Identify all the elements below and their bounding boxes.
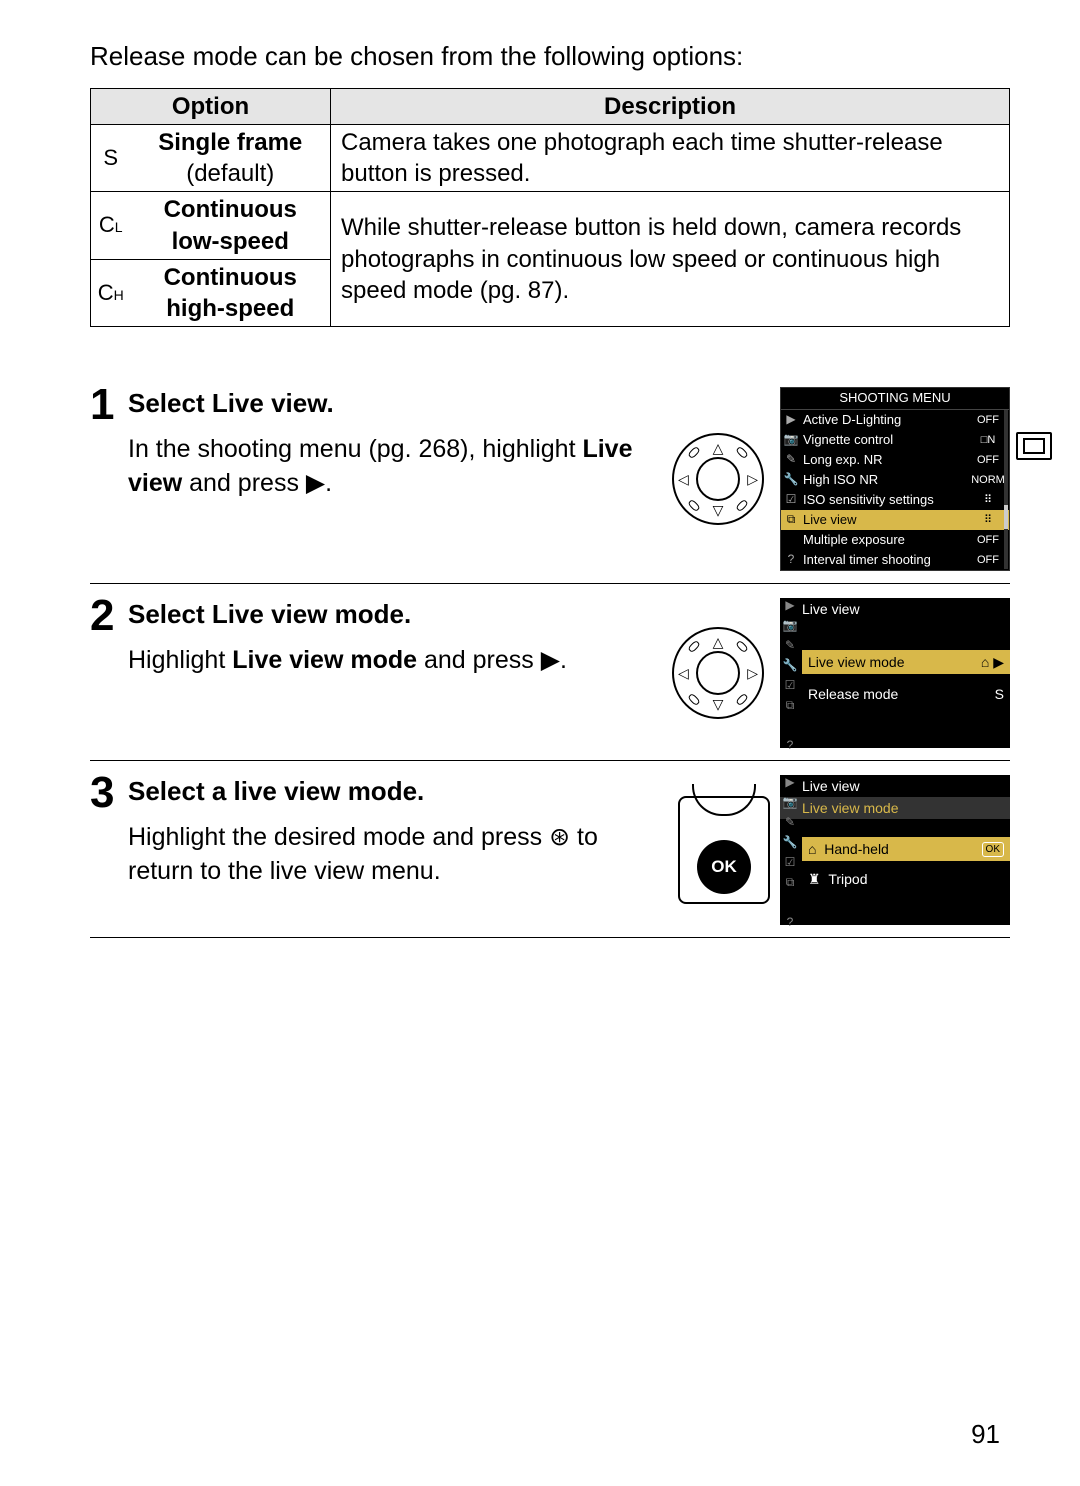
step-1-title: Select Live view.: [128, 387, 652, 421]
menu-row: ▶Active D-LightingOFF: [781, 410, 1009, 430]
ok-inline-icon: ⊛: [549, 823, 570, 851]
s2-post: and press ▶.: [417, 646, 567, 674]
crumb-1: Live view: [780, 775, 1010, 797]
step-1-desc: In the shooting menu (pg. 268), highligh…: [128, 433, 652, 501]
step-2: 2 Select Live view mode. Highlight Live …: [90, 598, 1010, 761]
step-1-number: 1: [90, 383, 128, 571]
menu-entry: Release modeS: [802, 682, 1010, 706]
th-option: Option: [91, 88, 331, 124]
ok-button-icon: OK: [697, 840, 751, 894]
opt-ch: Continuous high-speed: [131, 259, 331, 326]
menu-row: ☑ISO sensitivity settings⠿: [781, 490, 1009, 510]
screen-title: SHOOTING MENU: [781, 388, 1009, 410]
menu-row: ⧉Live view⠿: [781, 510, 1009, 530]
menu-entry: Live view mode⌂ ▶: [802, 650, 1010, 674]
step-3-title: Select a live view mode.: [128, 775, 664, 809]
sym-single: S: [91, 124, 131, 191]
step-1: 1 Select Live view. In the shooting menu…: [90, 387, 1010, 584]
sym-ch: CH: [91, 259, 131, 326]
opt-single-sub: (default): [186, 160, 274, 187]
sym-cl: CL: [91, 192, 131, 259]
th-description: Description: [331, 88, 1010, 124]
menu-row: ✎Long exp. NROFF: [781, 450, 1009, 470]
desc-continuous: While shutter-release button is held dow…: [331, 192, 1010, 327]
step-3: 3 Select a live view mode. Highlight the…: [90, 775, 1010, 938]
opt-single-name: Single frame: [158, 129, 302, 156]
menu-entry: ⌂ Hand-heldOK: [802, 837, 1010, 861]
step-2-number: 2: [90, 594, 128, 748]
dpad-icon: △▽ ◁▷: [672, 433, 764, 525]
step-2-desc: Highlight Live view mode and press ▶.: [128, 644, 652, 678]
crumb-live-view: Live view: [780, 598, 1010, 620]
crumb-2: Live view mode: [780, 797, 1010, 819]
dpad-icon: △▽ ◁▷: [672, 627, 764, 719]
live-view-mode-screen: ▶📷✎🔧☑⧉? Live view Live view mode ⌂ Hand-…: [780, 775, 1010, 925]
s3-pre: Highlight the desired mode and press: [128, 823, 549, 851]
step-3-number: 3: [90, 771, 128, 925]
s2-pre: Highlight: [128, 646, 232, 674]
opt-cl-name: Continuous low-speed: [164, 196, 297, 254]
desc-single: Camera takes one photograph each time sh…: [331, 124, 1010, 191]
opt-single: Single frame (default): [131, 124, 331, 191]
opt-cl: Continuous low-speed: [131, 192, 331, 259]
opt-ch-name: Continuous high-speed: [164, 264, 297, 322]
menu-entry: ♜ Tripod: [802, 867, 1010, 891]
s1-pre: In the shooting menu (pg. 268), highligh…: [128, 435, 582, 463]
page-number: 91: [971, 1418, 1000, 1452]
s1-post: and press ▶.: [182, 469, 332, 497]
shooting-menu-screen: SHOOTING MENU ▶Active D-LightingOFF📷Vign…: [780, 387, 1010, 571]
step-2-title: Select Live view mode.: [128, 598, 652, 632]
menu-row: ?Interval timer shootingOFF: [781, 550, 1009, 570]
menu-row: 🔧High ISO NRNORM: [781, 470, 1009, 490]
s2-bold: Live view mode: [232, 646, 417, 674]
step-3-desc: Highlight the desired mode and press ⊛ t…: [128, 821, 664, 889]
live-view-screen: ▶📷✎🔧☑⧉? Live view Live view mode⌂ ▶Relea…: [780, 598, 1010, 748]
section-tab-icon: [1016, 432, 1052, 460]
release-mode-table: Option Description S Single frame (defau…: [90, 88, 1010, 327]
menu-row: 📷Vignette control□N: [781, 430, 1009, 450]
ok-button-illustration: OK: [678, 796, 770, 904]
intro-text: Release mode can be chosen from the foll…: [90, 40, 1010, 74]
menu-row: Multiple exposureOFF: [781, 530, 1009, 550]
